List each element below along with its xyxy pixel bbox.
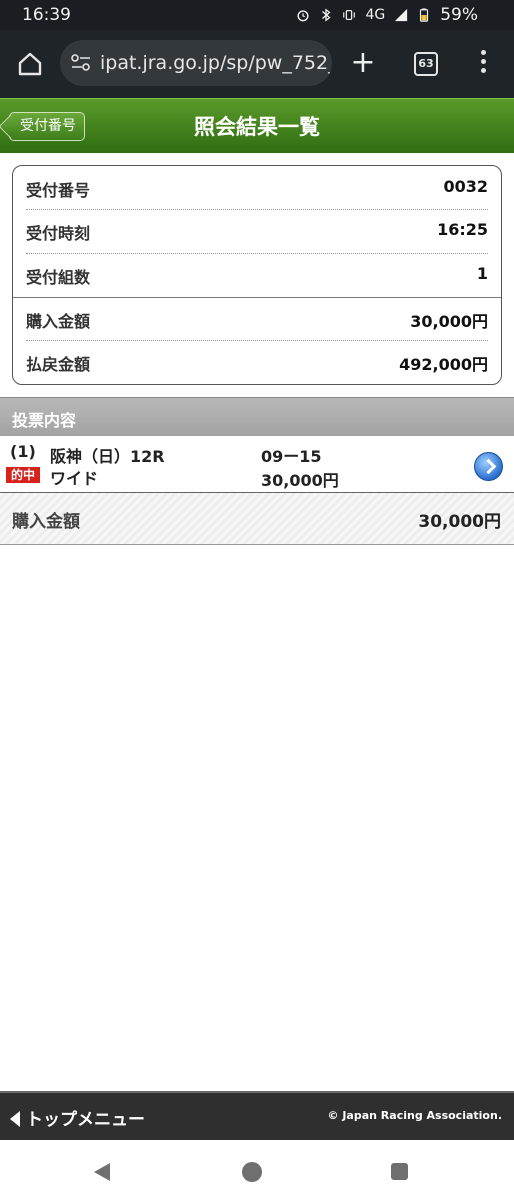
new-tab-button[interactable]: + (350, 48, 376, 78)
section-header: 投票内容 (0, 397, 514, 437)
summary-value: 16:25 (437, 220, 488, 239)
summary-row-receipt-number: 受付番号 0032 (26, 166, 488, 210)
browser-menu-icon[interactable] (478, 50, 488, 78)
summary-label: 受付番号 (26, 181, 91, 200)
browser-toolbar: ipat.jra.go.jp/sp/pw_752_i + 63 (0, 30, 514, 98)
page-footer: トップメニュー © Japan Racing Association. (0, 1091, 514, 1142)
summary-row-receipt-time: 受付時刻 16:25 (26, 209, 488, 253)
vote-venue-race: 阪神（日）12R (50, 447, 165, 466)
status-bar: 16:39 4G 59% (0, 0, 514, 30)
bluetooth-icon (322, 8, 331, 22)
signal-icon (395, 8, 408, 22)
vote-amount: 30,000円 (261, 471, 339, 490)
url-bar[interactable]: ipat.jra.go.jp/sp/pw_752_i (60, 40, 332, 86)
summary-value: 1 (476, 264, 488, 283)
summary-value: 0032 (443, 177, 488, 196)
status-icons: 4G 59% (296, 5, 478, 25)
top-menu-label: トップメニュー (26, 1110, 145, 1130)
total-label: 購入金額 (12, 512, 80, 532)
vote-bet-type: ワイド (50, 469, 99, 488)
tab-switcher-button[interactable]: 63 (414, 52, 438, 76)
site-settings-icon[interactable] (70, 54, 92, 72)
battery-percent: 59% (440, 5, 478, 25)
total-row: 購入金額 30,000円 (0, 493, 514, 545)
summary-label: 受付時刻 (26, 224, 91, 243)
back-button-label: 受付番号 (20, 118, 76, 134)
section-title: 投票内容 (12, 411, 77, 430)
system-nav-bar (0, 1140, 514, 1200)
summary-row-set-count: 受付組数 1 (26, 253, 488, 297)
home-icon[interactable] (16, 50, 44, 78)
summary-label: 受付組数 (26, 268, 91, 287)
nav-back-icon[interactable] (94, 1163, 110, 1181)
chevron-right-icon[interactable] (474, 452, 503, 481)
network-type: 4G (365, 7, 386, 23)
url-text: ipat.jra.go.jp/sp/pw_752_i (100, 52, 332, 74)
summary-label: 払戻金額 (26, 355, 91, 374)
summary-card: 受付番号 0032 受付時刻 16:25 受付組数 1 購入金額 30,000円… (12, 165, 502, 385)
copyright-text: © Japan Racing Association. (327, 1109, 503, 1122)
vibrate-icon (343, 10, 356, 20)
summary-label: 購入金額 (26, 312, 91, 331)
battery-icon (420, 8, 429, 22)
nav-recents-icon[interactable] (391, 1163, 408, 1180)
status-time: 16:39 (22, 5, 71, 25)
summary-value: 30,000円 (410, 312, 488, 331)
summary-row-payout-amount: 払戻金額 492,000円 (26, 340, 488, 384)
hit-badge: 的中 (6, 467, 40, 483)
nav-home-icon[interactable] (242, 1162, 262, 1182)
summary-value: 492,000円 (399, 355, 488, 374)
triangle-left-icon (10, 1111, 20, 1127)
summary-row-purchase-amount: 購入金額 30,000円 (26, 297, 488, 341)
top-menu-link[interactable]: トップメニュー (10, 1105, 145, 1130)
page-title: 照会結果一覧 (194, 115, 320, 139)
page-header: 受付番号 照会結果一覧 (0, 98, 514, 153)
total-value: 30,000円 (418, 512, 501, 532)
vote-number: (1) (10, 442, 36, 461)
alarm-icon (297, 10, 309, 22)
vote-item[interactable]: (1) 阪神（日）12R 09ー15 的中 ワイド 30,000円 (0, 436, 514, 493)
vote-combination: 09ー15 (261, 447, 322, 466)
